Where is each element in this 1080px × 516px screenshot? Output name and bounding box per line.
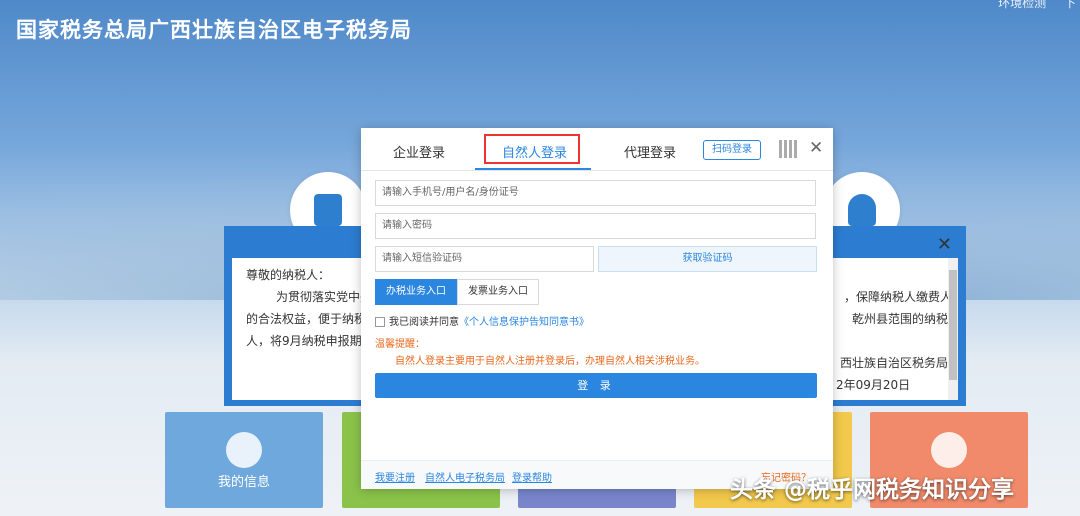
- top-links: 环境检测 下: [984, 0, 1076, 11]
- register-link[interactable]: 我要注册: [375, 469, 415, 484]
- sms-code-input[interactable]: 请输入短信验证码: [375, 246, 594, 272]
- scan-login-button[interactable]: 扫码登录: [703, 140, 761, 160]
- qr-code-icon[interactable]: [779, 140, 797, 158]
- invoice-entry-button[interactable]: 发票业务入口: [457, 279, 539, 305]
- agree-checkbox[interactable]: [375, 317, 385, 327]
- account-input[interactable]: 请输入手机号/用户名/身份证号: [375, 180, 816, 206]
- login-modal: 企业登录 自然人登录 代理登录 扫码登录 ✕ 请输入手机号/用户名/身份证号 请…: [361, 128, 833, 489]
- notice-signature: 西壮族自治区税务局: [840, 356, 949, 370]
- download-link[interactable]: 下: [1064, 0, 1076, 10]
- get-code-button[interactable]: 获取验证码: [598, 246, 817, 272]
- individual-tax-bureau-link[interactable]: 自然人电子税务局: [425, 469, 505, 484]
- tip-text: 自然人登录主要用于自然人注册并登录后，办理自然人相关涉税业务。: [395, 356, 705, 367]
- agree-text: 我已阅读并同意: [389, 317, 459, 328]
- notice-close-button[interactable]: ✕: [937, 234, 952, 255]
- graduate-icon: [931, 432, 967, 468]
- notice-line2: 的合法权益，便于纳税人: [246, 312, 379, 326]
- tax-entry-button[interactable]: 办税业务入口: [375, 279, 457, 305]
- env-check-link[interactable]: 环境检测: [998, 0, 1046, 10]
- notice-date: 2年09月20日: [836, 378, 911, 392]
- close-icon[interactable]: ✕: [809, 138, 823, 158]
- tab-enterprise-login[interactable]: 企业登录: [393, 142, 445, 161]
- notice-line3: 人，将9月纳税申报期限: [246, 334, 374, 348]
- login-tabs: 企业登录 自然人登录 代理登录 扫码登录 ✕: [361, 128, 833, 171]
- notice-greeting: 尊敬的纳税人：: [246, 268, 331, 282]
- login-help-link[interactable]: 登录帮助: [512, 469, 552, 484]
- password-input[interactable]: 请输入密码: [375, 213, 816, 239]
- tile-my-info[interactable]: 我的信息: [165, 412, 323, 508]
- site-title: 国家税务总局广西壮族自治区电子税务局: [16, 18, 412, 42]
- agreement-link[interactable]: 《个人信息保护告知同意书》: [459, 317, 589, 328]
- watermark: 头条 @税乎网税务知识分享: [730, 477, 1015, 503]
- notice-line1: 为贯彻落实党中央: [276, 290, 373, 304]
- notice-line1-right: ，保障纳税人缴费人: [844, 290, 953, 304]
- login-button[interactable]: 登 录: [375, 373, 817, 398]
- notice-scrollbar[interactable]: [948, 258, 958, 400]
- active-tab-underline: [475, 168, 591, 170]
- notice-line2-right: 乾州县范围的纳税: [852, 312, 949, 326]
- tab-agent-login[interactable]: 代理登录: [624, 142, 676, 161]
- tip-title: 温馨提醒：: [375, 339, 425, 350]
- highlight-box: [484, 134, 580, 164]
- tile-label: 我的信息: [217, 475, 270, 490]
- user-icon: [226, 432, 262, 468]
- agreement-row: 我已阅读并同意《个人信息保护告知同意书》: [375, 313, 589, 328]
